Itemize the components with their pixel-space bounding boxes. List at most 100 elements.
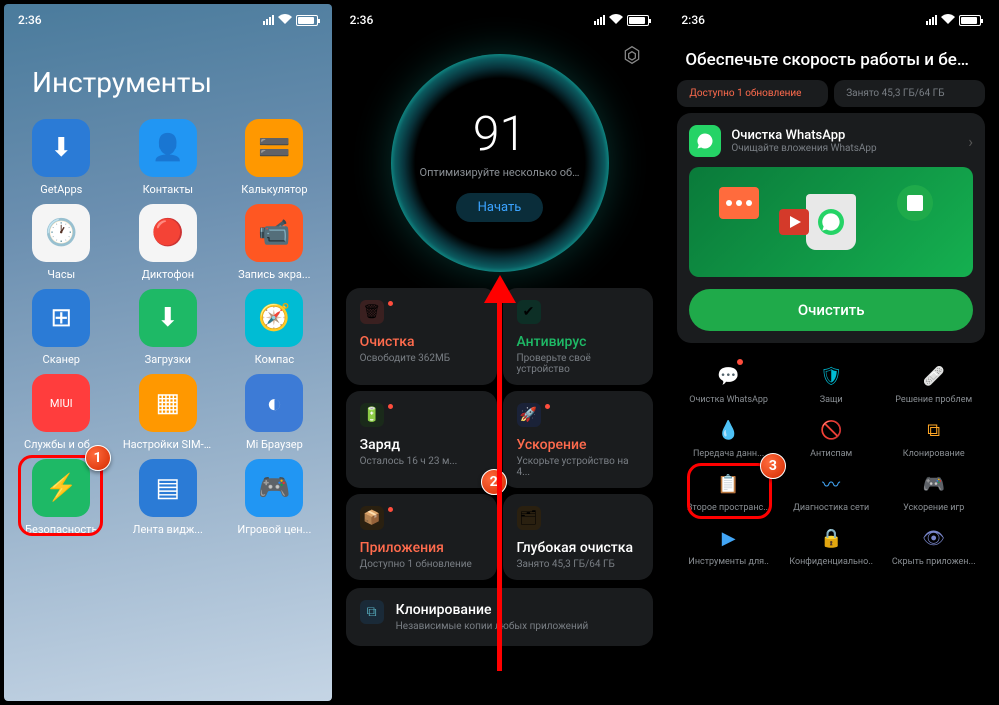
app-label: Калькулятор — [241, 183, 307, 196]
app-Службы и об...[interactable]: MIUIСлужбы и об... — [8, 374, 115, 451]
chip-storage[interactable]: Занято 45,3 ГБ/64 ГБ — [834, 80, 985, 107]
status-time: 2:36 — [350, 13, 374, 27]
app-label: Часы — [47, 268, 75, 281]
app-Диктофон[interactable]: 🔴Диктофон — [115, 204, 222, 281]
tile-sub: Проверьте своё устройство — [517, 353, 640, 375]
app-icon: ▤ — [139, 459, 197, 517]
app-Сканер[interactable]: ⊞ Сканер — [8, 289, 115, 366]
card-header[interactable]: Очистка WhatsApp Очищайте вложения Whats… — [689, 125, 973, 157]
mini-icon: 🛡 — [816, 361, 846, 391]
app-Калькулятор[interactable]: 🟰Калькулятор — [221, 119, 328, 196]
mini-Скрыть приложен...[interactable]: 👁 Скрыть приложен... — [882, 519, 985, 571]
mini-icon: 〰 — [816, 469, 846, 499]
app-grid: ⬇GetApps 👤 Контакты 🟰Калькулятор 🕐 Часы 🔴Дикто… — [4, 115, 332, 540]
mini-icon: 📋 — [714, 469, 744, 499]
app-icon: 🧭 — [245, 289, 303, 347]
promo-graphic — [689, 167, 973, 277]
app-label: Настройки SIM-к... — [123, 438, 213, 451]
tile-sub: Занято 45,3 ГБ/64 ГБ — [517, 559, 640, 570]
mini-icon: 👁 — [919, 523, 949, 553]
mini-icon: 🔒 — [816, 523, 846, 553]
tile-title: Антивирус — [517, 334, 640, 350]
score-subtitle: Оптимизируйте несколько об... — [420, 166, 580, 179]
app-Игровой цен...[interactable]: 🎮Игровой цен... — [221, 459, 328, 536]
tile-sub: Освободите 362МБ — [360, 353, 483, 364]
tile-title: Ускорение — [517, 437, 640, 453]
mini-icon: 🎮 — [919, 469, 949, 499]
app-Загрузки[interactable]: ⬇Загрузки — [115, 289, 222, 366]
signal-icon — [926, 15, 937, 25]
start-button[interactable]: Начать — [456, 193, 544, 222]
app-Настройки SIM-к...[interactable]: ▦ Настройки SIM-к... — [115, 374, 222, 451]
mini-Антиспам[interactable]: 🚫 Антиспам — [780, 411, 883, 463]
app-icon: ⊞ — [32, 289, 90, 347]
mini-Инструменты для..[interactable]: ▶ Инструменты для.. — [677, 519, 780, 571]
card-subtitle: Очищайте вложения WhatsApp — [731, 143, 876, 154]
settings-hex-icon[interactable] — [621, 44, 643, 66]
tile-title: Заряд — [360, 437, 483, 453]
app-label: Контакты — [143, 183, 194, 196]
app-Часы[interactable]: 🕐 Часы — [8, 204, 115, 281]
notification-dot — [388, 301, 393, 306]
app-label: Безопасность — [25, 523, 97, 536]
card-title: Очистка WhatsApp — [731, 128, 876, 143]
tile-Заряд[interactable]: 🔋 Заряд Осталось 16 ч 23 м... — [346, 391, 497, 488]
app-label: Игровой цен... — [237, 523, 311, 536]
app-Лента видж...[interactable]: ▤ Лента видж... — [115, 459, 222, 536]
tile-Приложения[interactable]: 📦 Приложения Доступно 1 обновление — [346, 494, 497, 580]
tile-icon: 🔋 — [360, 403, 384, 427]
signal-icon — [594, 15, 605, 25]
mini-label: Инструменты для.. — [688, 557, 768, 567]
notification-dot — [737, 359, 743, 365]
mini-label: Второе пространс... — [687, 503, 770, 513]
app-Mi Браузер[interactable]: ◐Mi Браузер — [221, 374, 328, 451]
score-ring: 91 Оптимизируйте несколько об... Начать — [391, 54, 609, 272]
tools-mini-grid: 💬 Очистка WhatsApp🛡 Защи🩹 Решение пробле… — [667, 351, 995, 571]
wifi-icon — [278, 13, 292, 27]
callout-badge-1: 1 — [85, 445, 111, 471]
whatsapp-icon — [689, 125, 721, 157]
mini-icon: 🩹 — [919, 361, 949, 391]
battery-icon — [959, 15, 981, 26]
app-label: Диктофон — [142, 268, 195, 281]
score-ring-section: 91 Оптимизируйте несколько об... Начать — [336, 36, 664, 280]
tile-title: Глубокая очистка — [517, 540, 640, 556]
phone-1-tools-folder: 2:36 Инструменты ⬇GetApps👤Контакты🟰Кальк… — [4, 4, 332, 701]
tile-Очистка[interactable]: 🗑 Очистка Освободите 362МБ — [346, 288, 497, 385]
tile-sub: Ускорьте устройство на 4... — [517, 456, 640, 478]
chip-updates[interactable]: Доступно 1 обновление — [677, 80, 828, 107]
app-icon: 👤 — [139, 119, 197, 177]
mini-label: Решение проблем — [895, 395, 972, 405]
app-icon: ▦ — [139, 374, 197, 432]
app-Компас[interactable]: 🧭Компас — [221, 289, 328, 366]
mini-Клонирование[interactable]: ⧉ Клонирование — [882, 411, 985, 463]
mini-Ускорение игр[interactable]: 🎮 Ускорение игр — [882, 465, 985, 517]
mini-label: Ускорение игр — [903, 503, 964, 513]
mini-icon: 🚫 — [816, 415, 846, 445]
tile-sub: Доступно 1 обновление — [360, 559, 483, 570]
wifi-icon — [941, 13, 955, 27]
mini-Очистка WhatsApp[interactable]: 💬 Очистка WhatsApp — [677, 357, 780, 409]
mini-label: Антиспам — [810, 449, 852, 459]
tile-Ускорение[interactable]: 🚀 Ускорение Ускорьте устройство на 4... — [503, 391, 654, 488]
phone-3-security-more: 2:36 Обеспечьте скорость работы и без...… — [667, 4, 995, 701]
mini-Диагностика сети[interactable]: 〰 Диагностика сети — [780, 465, 883, 517]
tile-Антивирус[interactable]: ✔ Антивирус Проверьте своё устройство — [503, 288, 654, 385]
wifi-icon — [609, 13, 623, 27]
app-icon: ⬇ — [32, 119, 90, 177]
mini-Конфиденциально..[interactable]: 🔒 Конфиденциально.. — [780, 519, 883, 571]
app-label: Лента видж... — [133, 523, 203, 536]
app-label: Загрузки — [145, 353, 191, 366]
app-icon: ◐ — [245, 374, 303, 432]
app-Запись экра...[interactable]: 📹Запись экра... — [221, 204, 328, 281]
app-icon: 🕐 — [32, 204, 90, 262]
tile-icon: 🚀 — [517, 403, 541, 427]
mini-Защи[interactable]: 🛡 Защи — [780, 357, 883, 409]
app-GetApps[interactable]: ⬇GetApps — [8, 119, 115, 196]
clean-button[interactable]: Очистить — [689, 289, 973, 331]
mini-Решение проблем[interactable]: 🩹 Решение проблем — [882, 357, 985, 409]
app-Контакты[interactable]: 👤 Контакты — [115, 119, 222, 196]
tile-Глубокая очистка[interactable]: 🗂 Глубокая очистка Занято 45,3 ГБ/64 ГБ — [503, 494, 654, 580]
app-label: Сканер — [43, 353, 80, 366]
page-title: Обеспечьте скорость работы и без... — [667, 36, 995, 80]
